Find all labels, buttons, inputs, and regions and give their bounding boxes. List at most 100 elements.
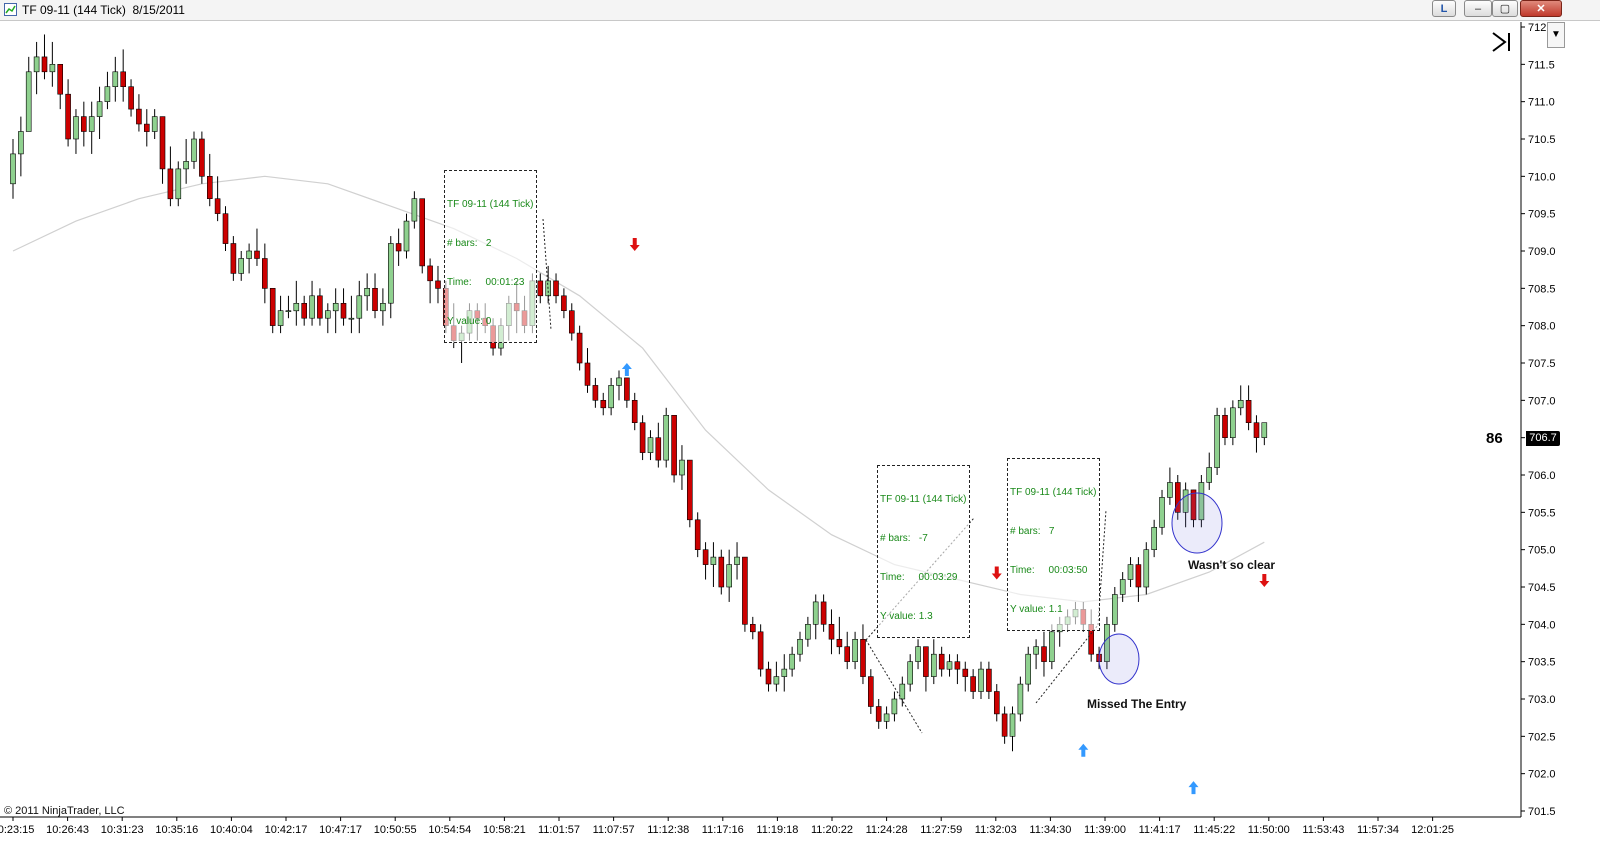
candle-body[interactable] <box>812 601 819 625</box>
circle-missed-entry[interactable] <box>1098 633 1140 685</box>
candle-body[interactable] <box>915 646 921 662</box>
candle-body[interactable] <box>1001 713 1008 737</box>
candle-body[interactable] <box>694 519 701 550</box>
candle-body[interactable] <box>1159 497 1165 528</box>
candle-body[interactable] <box>655 437 662 461</box>
candle-body[interactable] <box>1049 631 1055 662</box>
candle-body[interactable] <box>1237 399 1244 409</box>
candle-body[interactable] <box>104 86 111 102</box>
candle-body[interactable] <box>954 661 961 670</box>
candle-body[interactable] <box>1119 579 1126 595</box>
candle-body[interactable] <box>269 287 276 326</box>
candle-body[interactable] <box>324 310 331 319</box>
candle-body[interactable] <box>1253 422 1260 438</box>
candle-body[interactable] <box>120 71 126 88</box>
candle-body[interactable] <box>25 71 32 132</box>
candle-body[interactable] <box>820 601 827 625</box>
candle-body[interactable] <box>387 243 394 304</box>
candle-body[interactable] <box>875 706 882 722</box>
candle-body[interactable] <box>395 243 402 252</box>
candle-body[interactable] <box>65 93 71 140</box>
candle-body[interactable] <box>891 698 898 715</box>
candle-body[interactable] <box>986 668 992 692</box>
candle-body[interactable] <box>844 646 851 662</box>
candle-body[interactable] <box>10 153 16 185</box>
candle-body[interactable] <box>1033 646 1039 655</box>
candle-body[interactable] <box>309 295 315 319</box>
candle-body[interactable] <box>568 310 575 334</box>
candle-body[interactable] <box>435 280 441 289</box>
candle-body[interactable] <box>41 56 48 73</box>
candle-body[interactable] <box>1135 564 1142 588</box>
candle-body[interactable] <box>277 310 284 326</box>
candle-body[interactable] <box>805 623 811 640</box>
candle-body[interactable] <box>781 668 788 677</box>
candle-body[interactable] <box>199 138 205 177</box>
candle-body[interactable] <box>561 295 567 311</box>
candle-body[interactable] <box>1017 683 1024 715</box>
candle-body[interactable] <box>356 295 363 319</box>
candle-body[interactable] <box>81 116 87 132</box>
candle-body[interactable] <box>616 377 622 386</box>
candle-body[interactable] <box>96 101 103 117</box>
candle-body[interactable] <box>1261 422 1268 438</box>
candle-body[interactable] <box>348 317 355 320</box>
scroll-to-end-button[interactable] <box>1490 30 1516 54</box>
sell-arrow-icon[interactable] <box>629 238 640 251</box>
candle-body[interactable] <box>553 280 559 297</box>
candle-body[interactable] <box>639 422 646 453</box>
candle-body[interactable] <box>647 437 654 453</box>
candle-body[interactable] <box>261 258 268 289</box>
candle-body[interactable] <box>860 638 866 677</box>
candle-body[interactable] <box>584 362 591 386</box>
candle-body[interactable] <box>1151 526 1157 550</box>
candle-body[interactable] <box>1214 414 1220 468</box>
price-chart[interactable]: 701.5 702.0 702.5 703.0 703.5 704.0 704.5 705.0… <box>0 0 1600 860</box>
candle-body[interactable] <box>773 676 780 685</box>
candle-body[interactable] <box>222 213 229 244</box>
candle-body[interactable] <box>246 250 252 259</box>
candle-body[interactable] <box>151 116 158 132</box>
candle-body[interactable] <box>978 668 984 692</box>
candle-body[interactable] <box>340 302 347 319</box>
candle-body[interactable] <box>419 198 426 267</box>
measure-tooltip[interactable]: TF 09-11 (144 Tick) # bars: 7 Time: 00:0… <box>1007 458 1100 631</box>
buy-arrow-icon[interactable] <box>1078 743 1089 757</box>
candle-body[interactable] <box>757 631 764 670</box>
candle-body[interactable] <box>970 676 976 692</box>
candle-body[interactable] <box>230 243 237 274</box>
candle-body[interactable] <box>403 220 410 252</box>
candle-body[interactable] <box>1245 399 1252 423</box>
triangle-down-icon[interactable]: ▼ <box>1547 22 1565 48</box>
sell-arrow-icon[interactable] <box>991 566 1002 580</box>
candle-body[interactable] <box>679 459 685 476</box>
candle-body[interactable] <box>1009 713 1016 737</box>
candle-body[interactable] <box>411 198 418 222</box>
candle-body[interactable] <box>749 623 756 633</box>
candle-body[interactable] <box>293 302 300 312</box>
candle-body[interactable] <box>144 123 150 132</box>
candle-body[interactable] <box>852 638 858 662</box>
candle-body[interactable] <box>285 310 292 313</box>
measure-tooltip[interactable]: TF 09-11 (144 Tick) # bars: -7 Time: 00:… <box>877 465 970 638</box>
buy-arrow-icon[interactable] <box>1188 781 1199 795</box>
candle-body[interactable] <box>907 661 914 685</box>
candle-body[interactable] <box>33 56 40 73</box>
candle-body[interactable] <box>301 302 308 319</box>
annotation-not-clear[interactable]: Wasn't so clear <box>1188 558 1275 572</box>
candle-body[interactable] <box>686 459 693 521</box>
candle-body[interactable] <box>702 549 709 565</box>
candle-body[interactable] <box>128 86 134 110</box>
candle-body[interactable] <box>608 385 614 409</box>
candle-body[interactable] <box>136 108 142 125</box>
candle-body[interactable] <box>734 556 740 565</box>
candle-body[interactable] <box>828 623 835 640</box>
candle-body[interactable] <box>1112 594 1118 625</box>
candle-body[interactable] <box>600 399 607 409</box>
candle-body[interactable] <box>923 646 929 677</box>
candle-body[interactable] <box>930 653 937 677</box>
candle-body[interactable] <box>57 64 64 95</box>
candle-body[interactable] <box>1230 407 1236 438</box>
candle-body[interactable] <box>364 287 370 297</box>
candle-body[interactable] <box>73 116 79 140</box>
